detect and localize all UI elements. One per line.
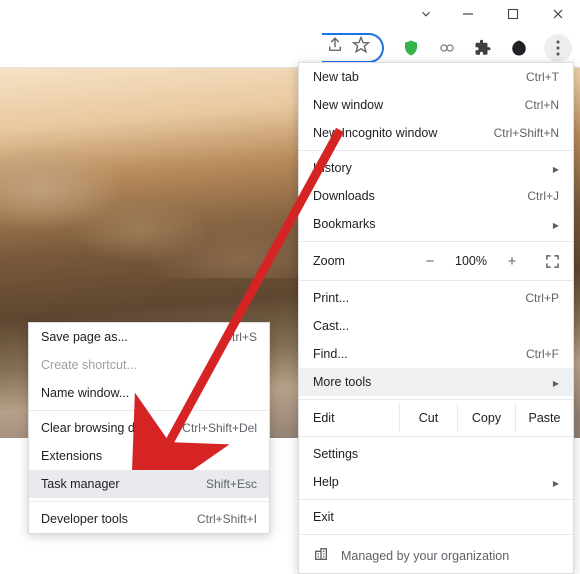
puzzle-extension-icon[interactable] <box>468 33 498 63</box>
submenu-extensions[interactable]: Extensions <box>29 442 269 470</box>
menu-label: Bookmarks <box>313 217 376 231</box>
menu-separator <box>299 436 573 437</box>
window-titlebar <box>0 0 580 28</box>
submenu-save-page[interactable]: Save page as... Ctrl+S <box>29 323 269 351</box>
menu-shortcut: Ctrl+F <box>526 347 559 361</box>
menu-label: Create shortcut... <box>41 358 137 372</box>
zoom-out-button[interactable]: − <box>417 253 443 270</box>
menu-shortcut: Shift+Esc <box>206 477 257 491</box>
menu-shortcut: Ctrl+Shift+N <box>494 126 559 140</box>
menu-print[interactable]: Print... Ctrl+P <box>299 284 573 312</box>
tab-search-button[interactable] <box>411 7 441 21</box>
menu-shortcut: Ctrl+P <box>525 291 559 305</box>
menu-label: Clear browsing data... <box>41 421 163 435</box>
menu-label: Extensions <box>41 449 102 463</box>
share-icon[interactable] <box>326 36 344 59</box>
edit-cut-button[interactable]: Cut <box>399 403 457 433</box>
menu-downloads[interactable]: Downloads Ctrl+J <box>299 182 573 210</box>
shield-extension-icon[interactable] <box>396 33 426 63</box>
menu-help[interactable]: Help <box>299 468 573 496</box>
menu-label: Exit <box>313 510 334 524</box>
fullscreen-button[interactable] <box>541 254 563 269</box>
menu-label: Task manager <box>41 477 120 491</box>
menu-history[interactable]: History <box>299 154 573 182</box>
menu-label: Find... <box>313 347 348 361</box>
menu-label: Save page as... <box>41 330 128 344</box>
menu-separator <box>29 410 269 411</box>
zoom-percent: 100% <box>449 254 493 268</box>
edit-paste-button[interactable]: Paste <box>515 403 573 433</box>
menu-bookmarks[interactable]: Bookmarks <box>299 210 573 238</box>
submenu-developer-tools[interactable]: Developer toolsCtrl+Shift+I <box>29 505 269 533</box>
menu-new-window[interactable]: New window Ctrl+N <box>299 91 573 119</box>
submenu-clear-data[interactable]: Clear browsing data... Ctrl+Shift+Del <box>29 414 269 442</box>
menu-shortcut: Ctrl+N <box>525 98 559 112</box>
menu-find[interactable]: Find... Ctrl+F <box>299 340 573 368</box>
menu-managed-notice[interactable]: Managed by your organization <box>299 538 573 573</box>
chevron-right-icon <box>553 475 559 489</box>
menu-label: Settings <box>313 447 358 461</box>
menu-label: More tools <box>313 375 371 389</box>
menu-label: Zoom <box>313 254 411 268</box>
menu-exit[interactable]: Exit <box>299 503 573 531</box>
submenu-task-manager[interactable]: Task manager Shift+Esc <box>29 470 269 498</box>
menu-label: Downloads <box>313 189 375 203</box>
submenu-create-shortcut: Create shortcut... <box>29 351 269 379</box>
maximize-button[interactable] <box>490 0 535 28</box>
menu-label: History <box>313 161 352 175</box>
menu-zoom: Zoom − 100% + <box>299 245 573 277</box>
menu-label: Edit <box>313 411 399 425</box>
omnibox-right[interactable] <box>322 33 384 63</box>
edit-copy-button[interactable]: Copy <box>457 403 515 433</box>
chevron-right-icon <box>553 161 559 175</box>
bookmark-star-icon[interactable] <box>352 36 370 59</box>
dark-extension-icon[interactable] <box>504 33 534 63</box>
menu-separator <box>299 499 573 500</box>
menu-shortcut: Ctrl+T <box>526 70 559 84</box>
menu-separator <box>299 241 573 242</box>
menu-edit: Edit Cut Copy Paste <box>299 403 573 433</box>
menu-label: New tab <box>313 70 359 84</box>
menu-new-incognito[interactable]: New Incognito window Ctrl+Shift+N <box>299 119 573 147</box>
menu-cast[interactable]: Cast... <box>299 312 573 340</box>
menu-label: New Incognito window <box>313 126 437 140</box>
menu-new-tab[interactable]: New tab Ctrl+T <box>299 63 573 91</box>
menu-label: Cast... <box>313 319 349 333</box>
submenu-name-window[interactable]: Name window... <box>29 379 269 407</box>
more-tools-submenu: Save page as... Ctrl+S Create shortcut...… <box>28 322 270 534</box>
link-extension-icon[interactable] <box>432 33 462 63</box>
zoom-in-button[interactable]: + <box>499 253 525 270</box>
menu-label: Name window... <box>41 386 129 400</box>
building-icon <box>313 546 329 565</box>
chevron-right-icon <box>553 217 559 231</box>
close-button[interactable] <box>535 0 580 28</box>
menu-separator <box>299 534 573 535</box>
menu-shortcut: Ctrl+S <box>223 330 257 344</box>
menu-separator <box>299 399 573 400</box>
menu-separator <box>299 150 573 151</box>
managed-text: Managed by your organization <box>341 549 509 563</box>
menu-settings[interactable]: Settings <box>299 440 573 468</box>
menu-more-tools[interactable]: More tools <box>299 368 573 396</box>
minimize-button[interactable] <box>445 0 490 28</box>
menu-shortcut: Ctrl+J <box>527 189 559 203</box>
menu-label: Print... <box>313 291 349 305</box>
chrome-main-menu: New tab Ctrl+T New window Ctrl+N New Incog… <box>298 62 574 574</box>
menu-separator <box>299 280 573 281</box>
menu-label: Help <box>313 475 339 489</box>
menu-label: New window <box>313 98 383 112</box>
more-menu-button[interactable] <box>544 34 572 62</box>
menu-shortcut: Ctrl+Shift+Del <box>182 421 257 435</box>
menu-separator <box>29 501 269 502</box>
chevron-right-icon <box>553 375 559 389</box>
extension-row <box>396 33 574 63</box>
